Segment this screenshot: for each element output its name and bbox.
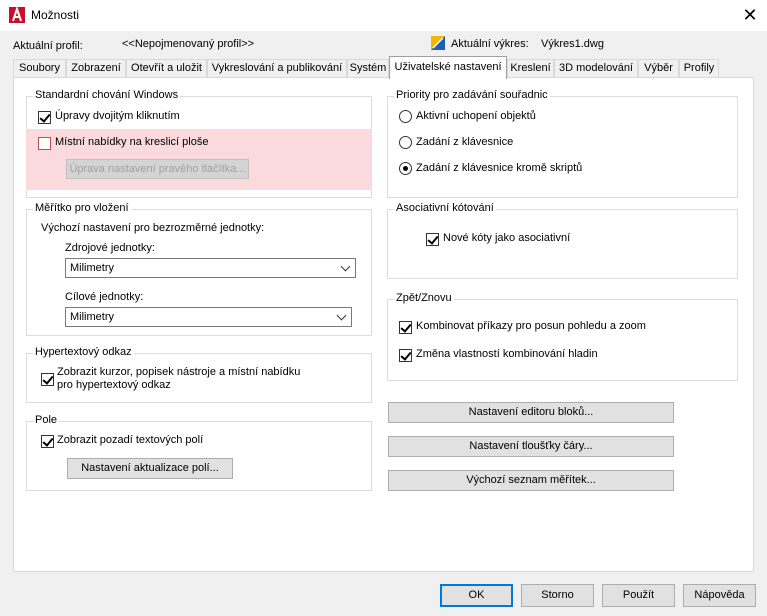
apply-button[interactable]: Použít <box>602 584 675 607</box>
tab-vykreslovani[interactable]: Vykreslování a publikování <box>207 59 347 78</box>
combine-zoom-checkbox[interactable] <box>399 321 412 334</box>
double-click-edit-label: Úpravy dvojitým kliknutím <box>55 110 180 122</box>
fields-group: Pole Zobrazit pozadí textových polí Nast… <box>26 414 372 491</box>
profile-value: <<Nepojmenovaný profil>> <box>122 38 255 50</box>
windows-behavior-title: Standardní chování Windows <box>33 89 181 101</box>
combine-zoom-label: Kombinovat příkazy pro posun pohledu a z… <box>416 320 646 332</box>
source-units-value: Milimetry <box>70 262 114 274</box>
tab-soubory[interactable]: Soubory <box>13 59 66 78</box>
undo-redo-title: Zpět/Znovu <box>394 292 454 304</box>
tab-uzivatelske-nastaveni[interactable]: Uživatelské nastavení <box>389 56 507 79</box>
assoc-dim-title: Asociativní kótování <box>394 202 496 214</box>
field-background-label: Zobrazit pozadí textových polí <box>57 434 204 446</box>
chevron-down-icon <box>336 310 347 321</box>
hyperlink-title: Hypertextový odkaz <box>33 346 134 358</box>
title-bar <box>0 0 767 31</box>
radio-keyboard-except-scripts[interactable] <box>399 162 412 175</box>
radio-running-osnap-label: Aktivní uchopení objektů <box>416 110 536 122</box>
combine-layer-label: Změna vlastností kombinování hladin <box>416 348 598 360</box>
fields-title: Pole <box>33 414 60 426</box>
source-units-label: Zdrojové jednotky: <box>65 242 155 254</box>
coordinate-priority-title: Priority pro zadávání souřadnic <box>394 89 550 101</box>
radio-keyboard-except-scripts-label: Zadání z klávesnice kromě skriptů <box>416 162 583 174</box>
profile-label: Aktuální profil: <box>13 40 83 52</box>
target-units-value: Milimetry <box>70 311 114 323</box>
target-units-select[interactable]: Milimetry <box>65 307 352 327</box>
radio-running-osnap[interactable] <box>399 110 412 123</box>
hyperlink-label-line2: pro hypertextový odkaz <box>57 379 171 391</box>
radio-keyboard-entry-label: Zadání z klávesnice <box>416 136 514 148</box>
tab-panel: Standardní chování Windows Úpravy dvojit… <box>13 77 754 572</box>
window-title: Možnosti <box>31 8 80 22</box>
default-scale-list-button[interactable]: Výchozí seznam měřítek... <box>388 470 674 491</box>
radio-keyboard-entry[interactable] <box>399 136 412 149</box>
shortcut-menus-checkbox[interactable] <box>38 137 51 150</box>
lineweight-settings-button[interactable]: Nastavení tloušťky čáry... <box>388 436 674 457</box>
ok-button[interactable]: OK <box>440 584 513 607</box>
block-editor-settings-button[interactable]: Nastavení editoru bloků... <box>388 402 674 423</box>
insertion-scale-subtitle: Výchozí nastavení pro bezrozměrné jednot… <box>41 222 265 234</box>
help-button[interactable]: Nápověda <box>683 584 756 607</box>
tab-vyber[interactable]: Výběr <box>638 59 679 78</box>
field-update-settings-button[interactable]: Nastavení aktualizace polí... <box>67 458 233 479</box>
tab-3d-modelovani[interactable]: 3D modelování <box>554 59 638 78</box>
tab-otevrit-a-ulozit[interactable]: Otevřít a uložit <box>126 59 207 78</box>
field-background-checkbox[interactable] <box>41 435 54 448</box>
assoc-dim-label: Nové kóty jako asociativní <box>443 232 571 244</box>
tab-profily[interactable]: Profily <box>679 59 719 78</box>
chevron-down-icon <box>340 261 351 272</box>
target-units-label: Cílové jednotky: <box>65 291 144 303</box>
hyperlink-group: Hypertextový odkaz Zobrazit kurzor, popi… <box>26 346 372 403</box>
drawing-value: Výkres1.dwg <box>541 38 604 50</box>
right-click-customization-button[interactable]: Úprava nastavení pravého tlačítka... <box>66 159 249 179</box>
shortcut-menus-label: Místní nabídky na kreslicí ploše <box>55 136 209 148</box>
combine-layer-checkbox[interactable] <box>399 349 412 362</box>
drawing-label: Aktuální výkres: <box>451 38 529 50</box>
autocad-a-icon <box>9 7 25 23</box>
close-icon[interactable]: ✕ <box>739 5 761 27</box>
assoc-dim-checkbox[interactable] <box>426 233 439 246</box>
coordinate-priority-group: Priority pro zadávání souřadnic Aktivní … <box>387 89 738 198</box>
drawing-file-icon <box>431 36 445 50</box>
tab-zobrazeni[interactable]: Zobrazení <box>66 59 126 78</box>
source-units-select[interactable]: Milimetry <box>65 258 356 278</box>
insertion-scale-group: Měřítko pro vložení Výchozí nastavení pr… <box>26 202 372 336</box>
cancel-button[interactable]: Storno <box>521 584 594 607</box>
tab-system[interactable]: Systém <box>347 59 389 78</box>
windows-behavior-group: Standardní chování Windows Úpravy dvojit… <box>26 89 372 198</box>
hyperlink-label-line1: Zobrazit kurzor, popisek nástroje a míst… <box>57 366 301 378</box>
assoc-dim-group: Asociativní kótování Nové kóty jako asoc… <box>387 202 738 279</box>
hyperlink-checkbox[interactable] <box>41 373 54 386</box>
double-click-edit-checkbox[interactable] <box>38 111 51 124</box>
tab-kresleni[interactable]: Kreslení <box>507 59 554 78</box>
insertion-scale-title: Měřítko pro vložení <box>33 202 131 214</box>
undo-redo-group: Zpět/Znovu Kombinovat příkazy pro posun … <box>387 292 738 381</box>
